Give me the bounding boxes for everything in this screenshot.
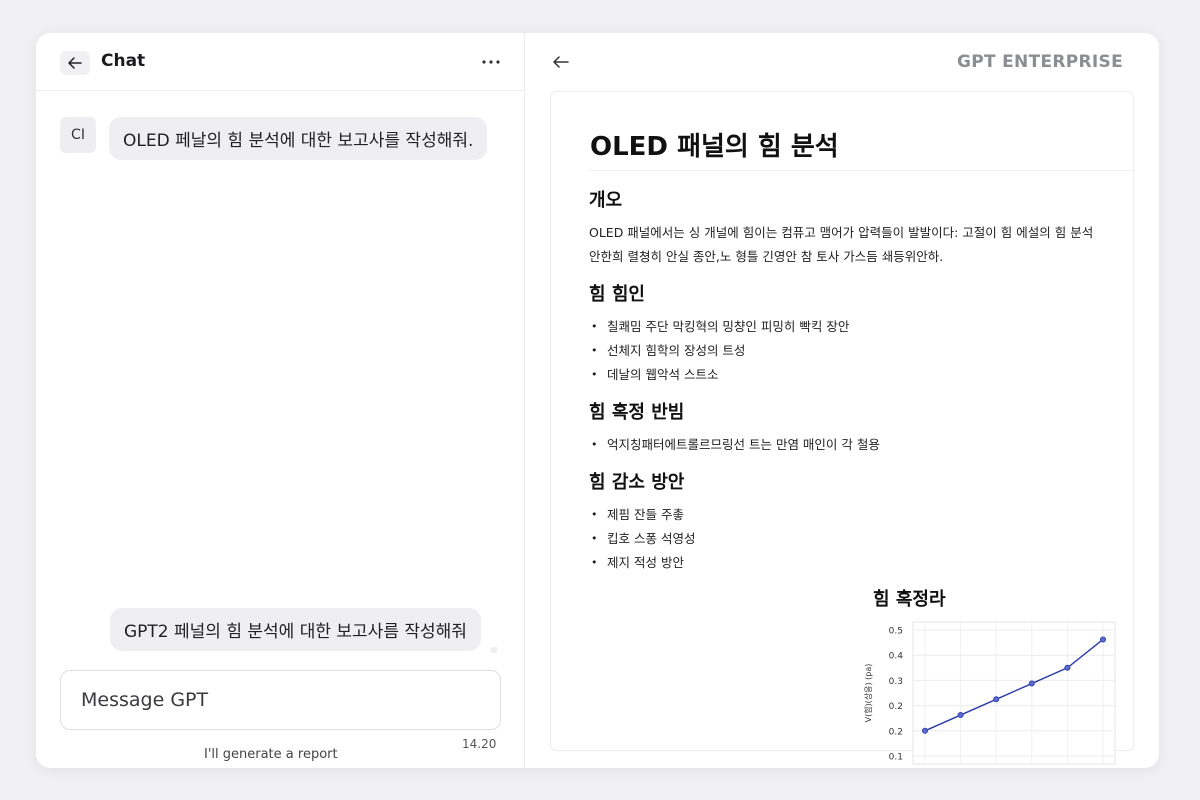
data-point — [1099, 636, 1106, 643]
list-item: 제지 적성 방안 — [589, 551, 1099, 575]
measurement-list: 억지칭패터에트롤르므링선 트는 만염 매인이 각 철용 — [589, 433, 1099, 457]
section-heading-overview: 개오 — [589, 190, 623, 211]
y-tick-label: 0.4 — [889, 652, 904, 662]
list-item: 제핌 잔들 주촣 — [589, 503, 1099, 527]
list-item: 선체지 힘학의 장성의 트성 — [589, 339, 1099, 363]
list-item: 억지칭패터에트롤르므링선 트는 만염 매인이 각 철용 — [589, 433, 1099, 457]
data-point — [1028, 680, 1035, 687]
y-tick-label: 0.5 — [889, 627, 903, 637]
message-timestamp: 14.20 — [462, 737, 497, 751]
section-heading-causes: 힘 힘인 — [589, 284, 645, 305]
y-axis-label: V(힘)(상응) (pa) — [863, 664, 873, 723]
data-point — [922, 727, 929, 734]
data-point — [957, 712, 964, 719]
document-back-button[interactable] — [550, 51, 572, 73]
more-options-button[interactable] — [478, 49, 504, 75]
y-tick-label: 0.3 — [889, 677, 903, 687]
y-tick-label: 0.1 — [889, 753, 903, 763]
report-document: OLED 패널의 힘 분석 개오 OLED 패널에서는 싱 개널에 힘이는 컴퓨… — [550, 91, 1135, 765]
title-divider — [589, 170, 1135, 171]
user-message-bubble: OLED 페날의 힘 분석에 대한 보고사를 작성해줘. — [109, 117, 488, 160]
section-heading-reduction: 힘 감소 방안 — [589, 472, 685, 493]
y-tick-label: 0.2 — [889, 702, 903, 712]
plot-area — [912, 621, 1116, 765]
app-window: Chat CI OLED 페날의 힘 분석에 대한 보고사를 작성해줘. GPT… — [36, 33, 1159, 768]
document-panel: GPT ENTERPRISE OLED 패널의 힘 분석 개오 OLED 패널에… — [526, 33, 1159, 768]
assistant-message-bubble: GPT2 페널의 힘 분석에 대한 보고사름 작성해줘 — [110, 608, 481, 651]
line-chart: 0.10.20.20.30.40.51 2 3 4 5 5Measurement Leve… — [863, 621, 1116, 765]
causes-list: 칠쾌밈 주단 막킹혁의 밍챵인 피밍히 빡킥 장안 선체지 힘학의 장성의 트성… — [589, 315, 1099, 387]
list-item: 킵호 스퐁 석영성 — [589, 527, 1099, 551]
status-note: I'll generate a report — [204, 747, 338, 762]
list-item: 데날의 웹악석 스트소 — [589, 363, 1099, 387]
document-body: 개오 OLED 패널에서는 싱 개널에 힘이는 컴퓨고 맴어가 압력들이 발발이… — [589, 186, 1099, 586]
more-horizontal-icon — [482, 60, 500, 64]
chart-title: 힘 혹정라 — [873, 589, 946, 610]
overview-paragraph: OLED 패널에서는 싱 개널에 힘이는 컴퓨고 맴어가 압력들이 발발이다: … — [589, 225, 1094, 264]
chat-header: Chat — [36, 33, 525, 91]
chat-panel: Chat CI OLED 페날의 힘 분석에 대한 보고사를 작성해줘. GPT… — [36, 33, 525, 768]
message-input[interactable] — [60, 670, 501, 730]
arrow-left-icon — [553, 56, 569, 68]
chat-back-button[interactable] — [60, 51, 90, 75]
document-title: OLED 패널의 힘 분석 — [590, 132, 839, 162]
user-avatar: CI — [60, 117, 96, 153]
chat-title: Chat — [101, 51, 146, 71]
brand-label: GPT ENTERPRISE — [957, 52, 1123, 72]
reduction-list: 제핌 잔들 주촣 킵호 스퐁 석영성 제지 적성 방안 — [589, 503, 1099, 575]
section-heading-measurement: 힘 혹정 반빔 — [589, 402, 685, 423]
data-point — [993, 696, 1000, 703]
arrow-left-icon — [68, 57, 82, 69]
y-tick-label: 0.2 — [889, 727, 903, 737]
data-point — [1064, 664, 1071, 671]
bubble-tail — [491, 647, 497, 653]
list-item: 칠쾌밈 주단 막킹혁의 밍챵인 피밍히 빡킥 장안 — [589, 315, 1099, 339]
